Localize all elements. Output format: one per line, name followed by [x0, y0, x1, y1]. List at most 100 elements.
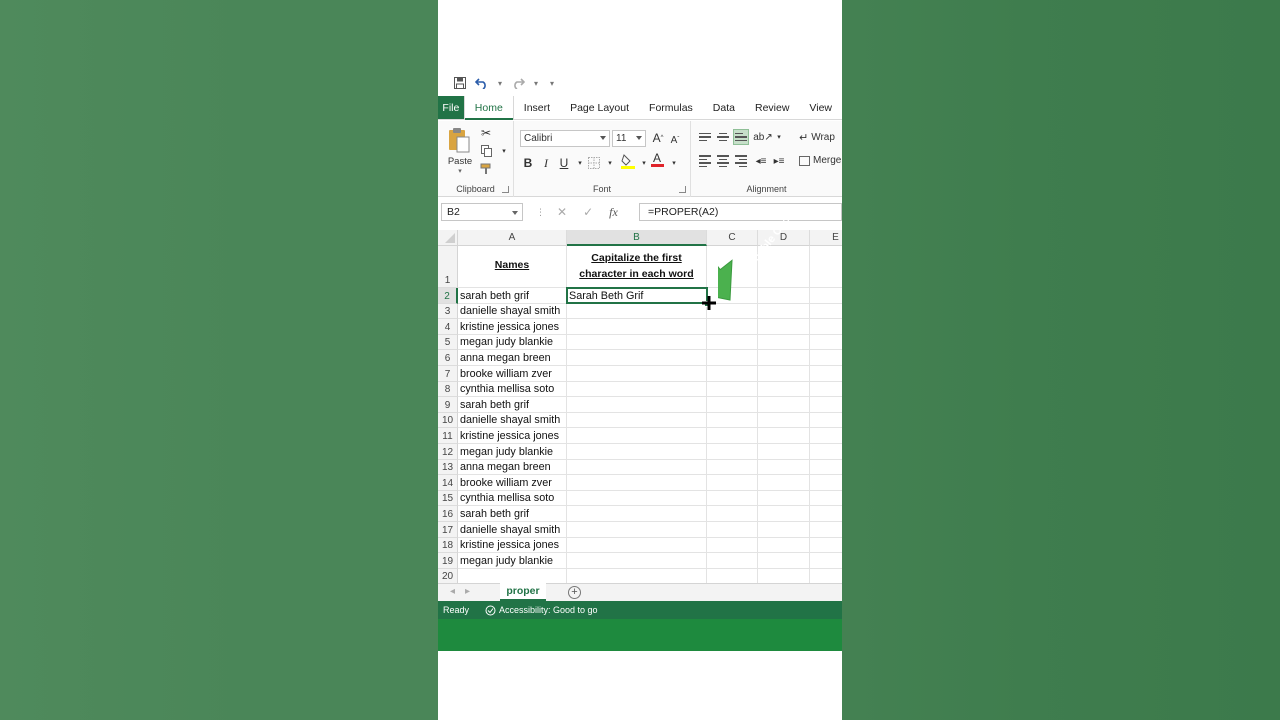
row-header[interactable]: 4 — [438, 319, 458, 335]
cell-a4[interactable]: kristine jessica jones — [458, 319, 567, 335]
cell-d18[interactable] — [758, 537, 810, 554]
dialog-launcher-icon[interactable] — [679, 186, 686, 193]
cell-c10[interactable] — [707, 412, 758, 429]
format-painter-icon[interactable] — [478, 161, 494, 177]
save-icon[interactable] — [452, 75, 468, 91]
row-header[interactable]: 8 — [438, 381, 458, 398]
row-header[interactable]: 6 — [438, 350, 458, 366]
cell-b5[interactable] — [567, 334, 707, 351]
cell-c14[interactable] — [707, 475, 758, 491]
cell-a12[interactable]: megan judy blankie — [458, 444, 567, 460]
fill-color-icon[interactable] — [620, 153, 636, 169]
cell-a18[interactable]: kristine jessica jones — [458, 537, 567, 554]
cell-e18[interactable] — [810, 538, 842, 554]
cell-d10[interactable] — [758, 412, 810, 429]
chevron-down-icon[interactable]: ▾ — [496, 143, 512, 159]
cell-b6[interactable] — [567, 350, 707, 366]
cell-c9[interactable] — [707, 397, 758, 413]
align-center-icon[interactable] — [715, 153, 731, 169]
wrap-text-button[interactable]: ↵ Wrap — [799, 131, 835, 144]
cell-b16[interactable] — [567, 506, 707, 522]
cell-e11[interactable] — [810, 428, 842, 444]
cell-a16[interactable]: sarah beth grif — [458, 506, 567, 522]
row-header[interactable]: 14 — [438, 475, 458, 491]
top-align-icon[interactable] — [697, 129, 713, 145]
undo-icon[interactable] — [474, 75, 490, 91]
row-header[interactable]: 1 — [438, 246, 458, 288]
bold-button[interactable]: B — [520, 155, 536, 171]
customize-toolbar-icon[interactable]: ▾ — [546, 75, 558, 91]
tab-home[interactable]: Home — [463, 96, 514, 120]
cell-b3[interactable] — [567, 303, 707, 320]
row-header[interactable]: 19 — [438, 553, 458, 569]
copy-icon[interactable] — [478, 143, 494, 159]
cut-icon[interactable]: ✂ — [478, 125, 494, 141]
cell-d13[interactable] — [758, 459, 810, 476]
cell-c8[interactable] — [707, 381, 758, 398]
cell-b17[interactable] — [567, 522, 707, 538]
cell-c12[interactable] — [707, 444, 758, 460]
merge-center-button[interactable]: Merge — [799, 155, 841, 166]
cell-e19[interactable] — [810, 553, 842, 569]
cell-b10[interactable] — [567, 412, 707, 429]
row-header[interactable]: 2 — [438, 288, 458, 304]
accessibility-status[interactable]: Accessibility: Good to go — [485, 605, 598, 616]
cell-a9[interactable]: sarah beth grif — [458, 397, 567, 413]
cell-e7[interactable] — [810, 366, 842, 382]
align-right-icon[interactable] — [733, 153, 749, 169]
select-all-corner[interactable] — [438, 230, 458, 246]
cell-a1[interactable]: Names — [458, 246, 567, 288]
cell-c16[interactable] — [707, 506, 758, 522]
cell-b19[interactable] — [567, 553, 707, 569]
cell-d20[interactable] — [758, 568, 810, 584]
cell-d17[interactable] — [758, 522, 810, 538]
enter-icon[interactable]: ✓ — [583, 205, 593, 219]
sheet-tab-proper[interactable]: proper — [500, 583, 546, 601]
cell-d12[interactable] — [758, 444, 810, 460]
row-header[interactable]: 11 — [438, 428, 458, 444]
cell-e9[interactable] — [810, 397, 842, 413]
sheet-nav-arrows[interactable]: ◂▸ — [450, 586, 480, 597]
cell-a2[interactable]: sarah beth grif — [458, 288, 567, 304]
cell-d11[interactable] — [758, 428, 810, 444]
cell-e5[interactable] — [810, 335, 842, 351]
insert-function-icon[interactable]: fx — [609, 205, 618, 220]
cell-b11[interactable] — [567, 428, 707, 444]
cell-b9[interactable] — [567, 397, 707, 413]
cell-d6[interactable] — [758, 350, 810, 366]
cell-d4[interactable] — [758, 319, 810, 335]
cell-a19[interactable]: megan judy blankie — [458, 553, 567, 569]
underline-button[interactable]: U — [556, 155, 572, 171]
cell-e6[interactable] — [810, 350, 842, 366]
cell-e20[interactable] — [810, 569, 842, 584]
cell-e17[interactable] — [810, 522, 842, 538]
chevron-down-icon[interactable]: ▾ — [666, 155, 682, 171]
cell-e16[interactable] — [810, 506, 842, 522]
cell-c17[interactable] — [707, 522, 758, 538]
cell-d9[interactable] — [758, 397, 810, 413]
cell-b18[interactable] — [567, 537, 707, 554]
row-header[interactable]: 16 — [438, 506, 458, 522]
dialog-launcher-icon[interactable] — [502, 186, 509, 193]
cell-c15[interactable] — [707, 490, 758, 507]
row-header[interactable]: 13 — [438, 459, 458, 476]
cell-a10[interactable]: danielle shayal smith — [458, 412, 567, 429]
cell-d15[interactable] — [758, 490, 810, 507]
cell-b4[interactable] — [567, 319, 707, 335]
row-header[interactable]: 9 — [438, 397, 458, 413]
cell-c18[interactable] — [707, 537, 758, 554]
cell-c5[interactable] — [707, 334, 758, 351]
cell-e2[interactable] — [810, 288, 842, 304]
cell-a8[interactable]: cynthia mellisa soto — [458, 381, 567, 398]
cell-d7[interactable] — [758, 366, 810, 382]
grow-font-icon[interactable]: A ^ — [650, 130, 666, 146]
row-header[interactable]: 7 — [438, 366, 458, 382]
cell-c20[interactable] — [707, 568, 758, 584]
cell-d16[interactable] — [758, 506, 810, 522]
cell-a14[interactable]: brooke william zver — [458, 475, 567, 491]
cell-a13[interactable]: anna megan breen — [458, 459, 567, 476]
cell-a6[interactable]: anna megan breen — [458, 350, 567, 366]
cell-b15[interactable] — [567, 490, 707, 507]
cell-a20[interactable] — [458, 568, 567, 584]
column-header-e[interactable]: E — [810, 230, 842, 246]
